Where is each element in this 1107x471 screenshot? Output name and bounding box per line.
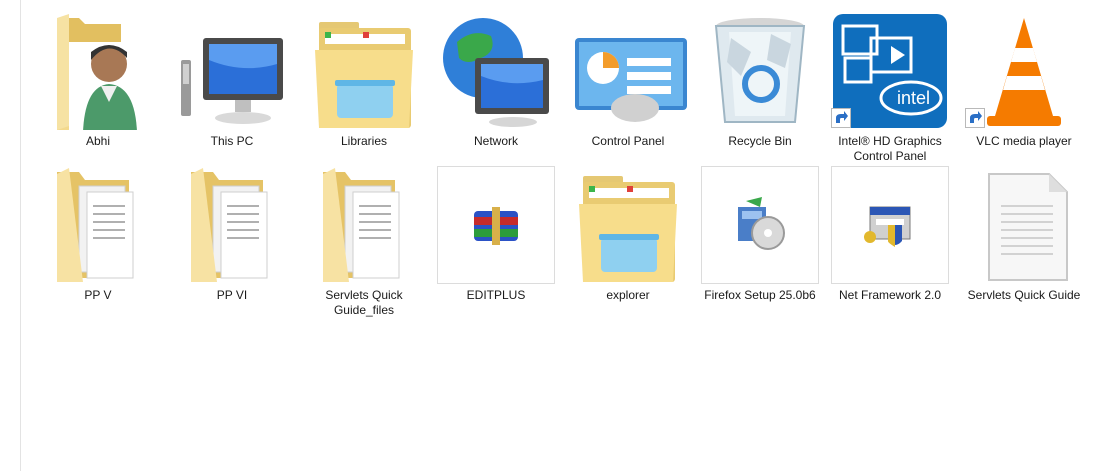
text-document-icon [965, 166, 1083, 284]
desktop-item-label: EDITPLUS [466, 288, 526, 302]
document-folder-icon [305, 166, 423, 284]
desktop-item-pp-v[interactable]: PP V [34, 166, 162, 303]
svg-text:intel: intel [897, 88, 930, 108]
desktop-item-explorer[interactable]: explorer [564, 166, 692, 303]
desktop-item-label: Network [473, 134, 518, 148]
desktop-item-label: This PC [210, 134, 254, 148]
document-folder-icon [39, 166, 157, 284]
recycle-bin-icon [701, 12, 819, 130]
intel-graphics-icon: intel [831, 12, 949, 130]
shortcut-arrow-icon [965, 108, 985, 128]
desktop-item-label: VLC media player [976, 134, 1072, 148]
libraries-icon [305, 12, 423, 130]
document-folder-icon [173, 166, 291, 284]
desktop-item-intel-graphics[interactable]: intel Intel® HD Graphics Control Panel [826, 12, 954, 164]
desktop-item-label: Net Framework 2.0 [838, 288, 942, 302]
desktop-item-pp-vi[interactable]: PP VI [168, 166, 296, 303]
installer-icon [701, 166, 819, 284]
desktop-item-label: Libraries [340, 134, 388, 148]
computer-icon [173, 12, 291, 130]
desktop-item-vlc[interactable]: VLC media player [960, 12, 1088, 149]
left-divider [20, 0, 21, 471]
desktop-item-label: Recycle Bin [728, 134, 792, 148]
explorer-folder-icon [569, 166, 687, 284]
desktop-item-firefox-setup[interactable]: Firefox Setup 25.0b6 [696, 166, 824, 303]
vlc-cone-icon [965, 12, 1083, 130]
winrar-archive-icon [437, 166, 555, 284]
setup-shield-icon [831, 166, 949, 284]
desktop-item-label: Servlets Quick Guide [967, 288, 1081, 302]
desktop-item-network[interactable]: Network [432, 12, 560, 149]
desktop-item-label: Control Panel [591, 134, 665, 148]
desktop-item-label: PP VI [216, 288, 248, 302]
desktop-item-label: explorer [606, 288, 650, 302]
desktop-item-libraries[interactable]: Libraries [300, 12, 428, 149]
desktop-item-control-panel[interactable]: Control Panel [564, 12, 692, 149]
desktop-item-net-framework[interactable]: Net Framework 2.0 [826, 166, 954, 303]
desktop-item-recycle-bin[interactable]: Recycle Bin [696, 12, 824, 149]
desktop-item-label: Firefox Setup 25.0b6 [704, 288, 816, 302]
desktop-item-this-pc[interactable]: This PC [168, 12, 296, 149]
desktop-item-abhi[interactable]: Abhi [34, 12, 162, 149]
desktop-item-editplus[interactable]: EDITPLUS [432, 166, 560, 303]
network-globe-icon [437, 12, 555, 130]
desktop-item-label: Intel® HD Graphics Control Panel [838, 134, 942, 163]
desktop-item-label: PP V [84, 288, 112, 302]
user-folder-icon [39, 12, 157, 130]
desktop-item-servlets-quick-guide-files[interactable]: Servlets Quick Guide_files [300, 166, 428, 318]
desktop-item-label: Servlets Quick Guide_files [325, 288, 403, 317]
desktop-item-label: Abhi [85, 134, 111, 148]
control-panel-icon [569, 12, 687, 130]
desktop-item-servlets-quick-guide[interactable]: Servlets Quick Guide [960, 166, 1088, 303]
shortcut-arrow-icon [831, 108, 851, 128]
